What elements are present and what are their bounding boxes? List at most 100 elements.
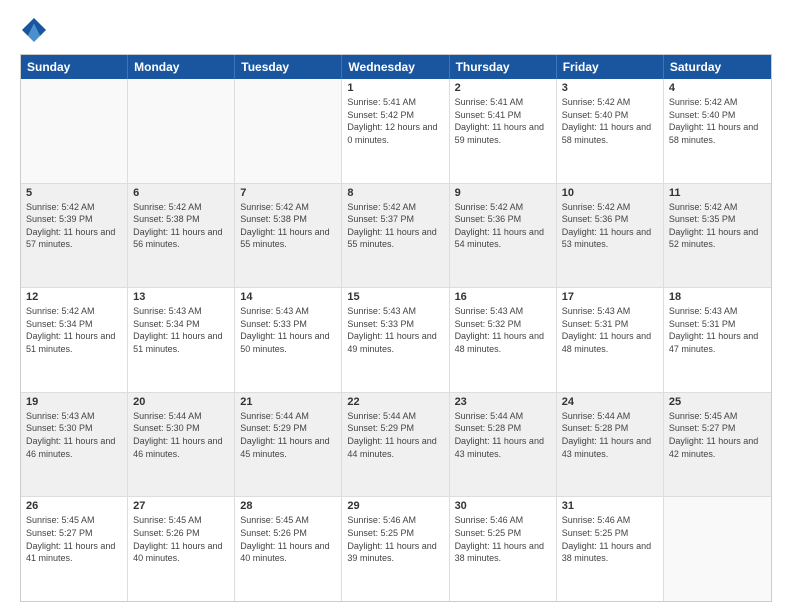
day-info: Sunrise: 5:45 AM Sunset: 5:27 PM Dayligh…: [26, 514, 122, 564]
day-number: 20: [133, 396, 229, 408]
day-header-friday: Friday: [557, 55, 664, 79]
day-info: Sunrise: 5:46 AM Sunset: 5:25 PM Dayligh…: [347, 514, 443, 564]
calendar: SundayMondayTuesdayWednesdayThursdayFrid…: [20, 54, 772, 602]
day-header-thursday: Thursday: [450, 55, 557, 79]
day-info: Sunrise: 5:44 AM Sunset: 5:29 PM Dayligh…: [347, 410, 443, 460]
day-number: 8: [347, 187, 443, 199]
day-info: Sunrise: 5:42 AM Sunset: 5:40 PM Dayligh…: [562, 96, 658, 146]
day-info: Sunrise: 5:43 AM Sunset: 5:31 PM Dayligh…: [669, 305, 766, 355]
day-cell: 8 Sunrise: 5:42 AM Sunset: 5:37 PM Daylig…: [342, 184, 449, 288]
day-info: Sunrise: 5:46 AM Sunset: 5:25 PM Dayligh…: [562, 514, 658, 564]
day-number: 22: [347, 396, 443, 408]
day-number: 27: [133, 500, 229, 512]
day-cell: 1 Sunrise: 5:41 AM Sunset: 5:42 PM Daylig…: [342, 79, 449, 183]
day-number: 30: [455, 500, 551, 512]
day-number: 18: [669, 291, 766, 303]
day-cell: 10Sunrise: 5:42 AM Sunset: 5:36 PM Dayli…: [557, 184, 664, 288]
page: SundayMondayTuesdayWednesdayThursdayFrid…: [0, 0, 792, 612]
day-header-tuesday: Tuesday: [235, 55, 342, 79]
day-info: Sunrise: 5:42 AM Sunset: 5:36 PM Dayligh…: [455, 201, 551, 251]
day-cell: 21 Sunrise: 5:44 AM Sunset: 5:29 PM Dayli…: [235, 393, 342, 497]
day-cell: 9 Sunrise: 5:42 AM Sunset: 5:36 PM Daylig…: [450, 184, 557, 288]
day-info: Sunrise: 5:42 AM Sunset: 5:40 PM Dayligh…: [669, 96, 766, 146]
day-number: 3: [562, 82, 658, 94]
day-cell: 20 Sunrise: 5:44 AM Sunset: 5:30 PM Dayli…: [128, 393, 235, 497]
day-cell: 27 Sunrise: 5:45 AM Sunset: 5:26 PM Dayli…: [128, 497, 235, 601]
day-info: Sunrise: 5:43 AM Sunset: 5:30 PM Dayligh…: [26, 410, 122, 460]
day-cell: 4 Sunrise: 5:42 AM Sunset: 5:40 PM Daylig…: [664, 79, 771, 183]
day-cell: 31 Sunrise: 5:46 AM Sunset: 5:25 PM Dayli…: [557, 497, 664, 601]
day-info: Sunrise: 5:44 AM Sunset: 5:28 PM Dayligh…: [562, 410, 658, 460]
day-info: Sunrise: 5:44 AM Sunset: 5:30 PM Dayligh…: [133, 410, 229, 460]
week-row-1: 5Sunrise: 5:42 AM Sunset: 5:39 PM Daylig…: [21, 184, 771, 289]
day-info: Sunrise: 5:43 AM Sunset: 5:33 PM Dayligh…: [240, 305, 336, 355]
day-number: 31: [562, 500, 658, 512]
day-cell: 12 Sunrise: 5:42 AM Sunset: 5:34 PM Dayli…: [21, 288, 128, 392]
day-info: Sunrise: 5:41 AM Sunset: 5:42 PM Dayligh…: [347, 96, 443, 146]
day-info: Sunrise: 5:42 AM Sunset: 5:34 PM Dayligh…: [26, 305, 122, 355]
day-cell: 22 Sunrise: 5:44 AM Sunset: 5:29 PM Dayli…: [342, 393, 449, 497]
day-number: 17: [562, 291, 658, 303]
day-header-sunday: Sunday: [21, 55, 128, 79]
day-info: Sunrise: 5:43 AM Sunset: 5:31 PM Dayligh…: [562, 305, 658, 355]
day-info: Sunrise: 5:43 AM Sunset: 5:34 PM Dayligh…: [133, 305, 229, 355]
day-info: Sunrise: 5:44 AM Sunset: 5:29 PM Dayligh…: [240, 410, 336, 460]
day-number: 15: [347, 291, 443, 303]
day-info: Sunrise: 5:45 AM Sunset: 5:27 PM Dayligh…: [669, 410, 766, 460]
day-cell: 5Sunrise: 5:42 AM Sunset: 5:39 PM Daylig…: [21, 184, 128, 288]
day-cell: [664, 497, 771, 601]
day-number: 14: [240, 291, 336, 303]
day-cell: 28 Sunrise: 5:45 AM Sunset: 5:26 PM Dayli…: [235, 497, 342, 601]
day-cell: 11 Sunrise: 5:42 AM Sunset: 5:35 PM Dayli…: [664, 184, 771, 288]
day-number: 2: [455, 82, 551, 94]
day-number: 19: [26, 396, 122, 408]
day-cell: 29Sunrise: 5:46 AM Sunset: 5:25 PM Dayli…: [342, 497, 449, 601]
day-number: 21: [240, 396, 336, 408]
day-cell: 15Sunrise: 5:43 AM Sunset: 5:33 PM Dayli…: [342, 288, 449, 392]
day-cell: 13 Sunrise: 5:43 AM Sunset: 5:34 PM Dayli…: [128, 288, 235, 392]
day-number: 1: [347, 82, 443, 94]
day-number: 11: [669, 187, 766, 199]
day-cell: 30 Sunrise: 5:46 AM Sunset: 5:25 PM Dayli…: [450, 497, 557, 601]
day-number: 5: [26, 187, 122, 199]
day-cell: [235, 79, 342, 183]
header: [20, 16, 772, 44]
day-number: 12: [26, 291, 122, 303]
day-info: Sunrise: 5:42 AM Sunset: 5:36 PM Dayligh…: [562, 201, 658, 251]
day-info: Sunrise: 5:44 AM Sunset: 5:28 PM Dayligh…: [455, 410, 551, 460]
day-cell: 26 Sunrise: 5:45 AM Sunset: 5:27 PM Dayli…: [21, 497, 128, 601]
day-cell: 25 Sunrise: 5:45 AM Sunset: 5:27 PM Dayli…: [664, 393, 771, 497]
day-info: Sunrise: 5:42 AM Sunset: 5:37 PM Dayligh…: [347, 201, 443, 251]
week-row-2: 12 Sunrise: 5:42 AM Sunset: 5:34 PM Dayli…: [21, 288, 771, 393]
day-cell: 18 Sunrise: 5:43 AM Sunset: 5:31 PM Dayli…: [664, 288, 771, 392]
day-cell: 23 Sunrise: 5:44 AM Sunset: 5:28 PM Dayli…: [450, 393, 557, 497]
day-cell: 16 Sunrise: 5:43 AM Sunset: 5:32 PM Dayli…: [450, 288, 557, 392]
day-cell: [21, 79, 128, 183]
day-cell: 19 Sunrise: 5:43 AM Sunset: 5:30 PM Dayli…: [21, 393, 128, 497]
day-info: Sunrise: 5:45 AM Sunset: 5:26 PM Dayligh…: [240, 514, 336, 564]
day-number: 4: [669, 82, 766, 94]
day-info: Sunrise: 5:41 AM Sunset: 5:41 PM Dayligh…: [455, 96, 551, 146]
day-header-saturday: Saturday: [664, 55, 771, 79]
day-number: 13: [133, 291, 229, 303]
logo: [20, 16, 52, 44]
day-cell: 14 Sunrise: 5:43 AM Sunset: 5:33 PM Dayli…: [235, 288, 342, 392]
day-number: 7: [240, 187, 336, 199]
day-info: Sunrise: 5:45 AM Sunset: 5:26 PM Dayligh…: [133, 514, 229, 564]
day-cell: 3 Sunrise: 5:42 AM Sunset: 5:40 PM Daylig…: [557, 79, 664, 183]
day-cell: 2 Sunrise: 5:41 AM Sunset: 5:41 PM Daylig…: [450, 79, 557, 183]
day-info: Sunrise: 5:43 AM Sunset: 5:32 PM Dayligh…: [455, 305, 551, 355]
day-number: 28: [240, 500, 336, 512]
week-row-3: 19 Sunrise: 5:43 AM Sunset: 5:30 PM Dayli…: [21, 393, 771, 498]
day-info: Sunrise: 5:42 AM Sunset: 5:35 PM Dayligh…: [669, 201, 766, 251]
day-info: Sunrise: 5:46 AM Sunset: 5:25 PM Dayligh…: [455, 514, 551, 564]
day-number: 9: [455, 187, 551, 199]
day-headers: SundayMondayTuesdayWednesdayThursdayFrid…: [21, 55, 771, 79]
logo-icon: [20, 16, 48, 44]
day-header-wednesday: Wednesday: [342, 55, 449, 79]
day-number: 26: [26, 500, 122, 512]
day-number: 25: [669, 396, 766, 408]
day-number: 16: [455, 291, 551, 303]
day-number: 24: [562, 396, 658, 408]
day-number: 23: [455, 396, 551, 408]
